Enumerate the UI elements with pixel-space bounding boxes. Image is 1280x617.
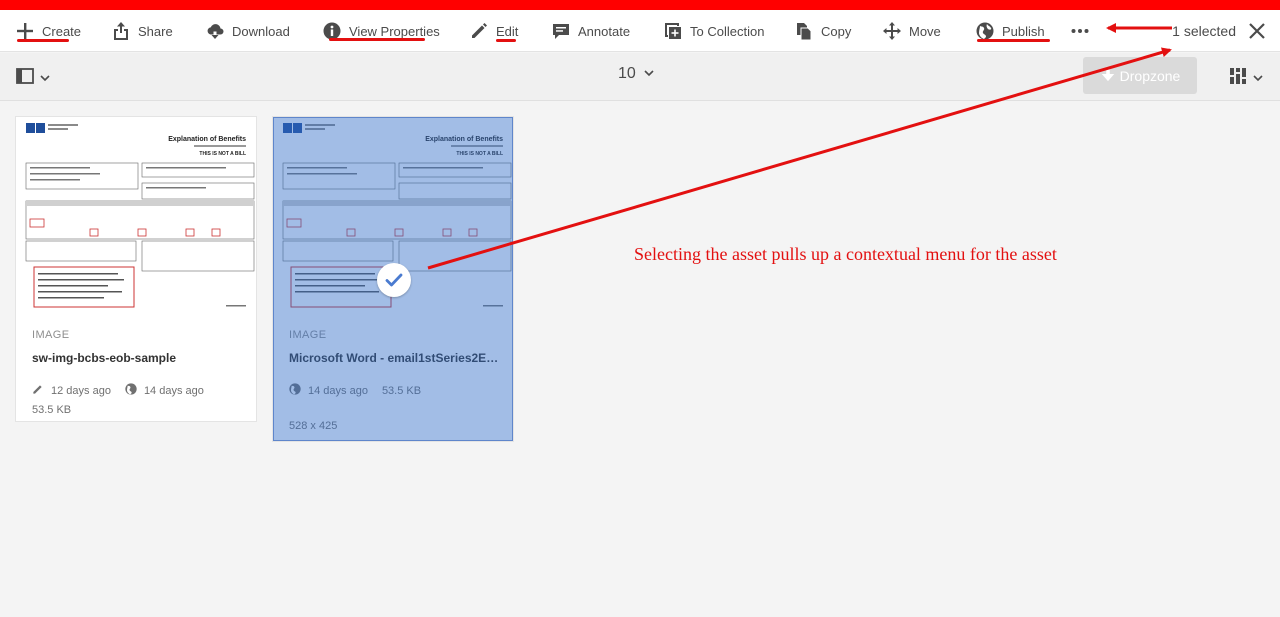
create-label: Create [42, 23, 82, 39]
edit-label: Edit [496, 23, 519, 39]
copy-button[interactable]: Copy [795, 10, 851, 52]
doc-notice: THIS IS NOT A BILL [199, 151, 246, 157]
copy-label: Copy [821, 23, 852, 39]
create-underline [17, 39, 69, 42]
asset-type: IMAGE [32, 329, 70, 341]
asset-card-selected[interactable]: Explanation of Benefits THIS IS NOT A BI… [272, 116, 514, 442]
modified-date: 12 days ago [51, 384, 111, 397]
copy-icon [795, 22, 813, 40]
download-icon [206, 22, 224, 40]
selection-check-icon[interactable] [377, 263, 411, 297]
move-label: Move [909, 23, 941, 39]
globe-icon [125, 383, 137, 398]
pencil-icon [470, 22, 488, 40]
doc-heading: Explanation of Benefits [168, 136, 246, 143]
view-properties-underline [329, 38, 425, 41]
edit-button[interactable]: Edit [470, 10, 518, 52]
asset-thumbnail: Explanation of Benefits THIS IS NOT A BI… [16, 117, 256, 311]
view-properties-button[interactable]: View Properties [323, 10, 440, 52]
annotate-button[interactable]: Annotate [552, 10, 630, 52]
selection-status: 1 selected [1172, 10, 1266, 52]
to-collection-label: To Collection [690, 23, 765, 39]
share-icon [112, 22, 130, 40]
published-date: 14 days ago [143, 384, 204, 397]
publish-button[interactable]: Publish [976, 10, 1045, 52]
view-switch-button[interactable] [1229, 67, 1263, 90]
chevron-down-icon [40, 70, 50, 88]
asset-meta: IMAGE sw-img-bcbs-eob-sample 12 days ago… [32, 329, 244, 416]
close-icon[interactable] [1248, 22, 1266, 40]
dropzone-download-icon [1100, 66, 1116, 85]
collection-icon [664, 22, 682, 40]
to-collection-button[interactable]: To Collection [664, 10, 764, 52]
selected-count: 1 selected [1172, 23, 1236, 39]
more-icon [1071, 22, 1089, 40]
card-view-icon [1229, 67, 1247, 90]
top-red-bar [0, 0, 1280, 10]
rail-toggle-button[interactable] [16, 67, 50, 90]
publish-underline [977, 39, 1050, 42]
chevron-down-icon [644, 65, 654, 83]
asset-size: 53.5 KB [32, 404, 72, 416]
page-size-value: 10 [618, 65, 636, 82]
share-button[interactable]: Share [112, 10, 173, 52]
download-button[interactable]: Download [206, 10, 290, 52]
create-button[interactable]: Create [16, 10, 81, 52]
action-bar: Create Share Download View Properties Ed… [0, 10, 1280, 52]
asset-card[interactable]: Explanation of Benefits THIS IS NOT A BI… [15, 116, 257, 422]
edit-underline [496, 39, 516, 42]
annotate-label: Annotate [578, 23, 631, 39]
move-icon [883, 22, 901, 40]
chevron-down-icon [1253, 70, 1263, 88]
more-button[interactable] [1071, 10, 1089, 52]
asset-title: sw-img-bcbs-eob-sample [32, 351, 177, 365]
publish-label: Publish [1002, 23, 1045, 39]
rail-toggle-icon [16, 67, 34, 90]
move-button[interactable]: Move [883, 10, 941, 52]
page-size-select[interactable]: 10 [618, 65, 654, 83]
asset-info-row: 12 days ago 14 days ago [32, 383, 244, 398]
comment-icon [552, 22, 570, 40]
secondary-bar: 10 Dropzone [0, 53, 1280, 101]
dropzone-label: Dropzone [1119, 67, 1181, 84]
download-label: Download [232, 23, 290, 39]
plus-icon [16, 22, 34, 40]
globe-icon [976, 22, 994, 40]
view-properties-label: View Properties [349, 23, 440, 39]
pencil-icon [32, 383, 44, 398]
dropzone-button[interactable]: Dropzone [1083, 57, 1197, 94]
annotation-text: Selecting the asset pulls up a contextua… [634, 244, 1057, 264]
share-label: Share [138, 23, 173, 39]
